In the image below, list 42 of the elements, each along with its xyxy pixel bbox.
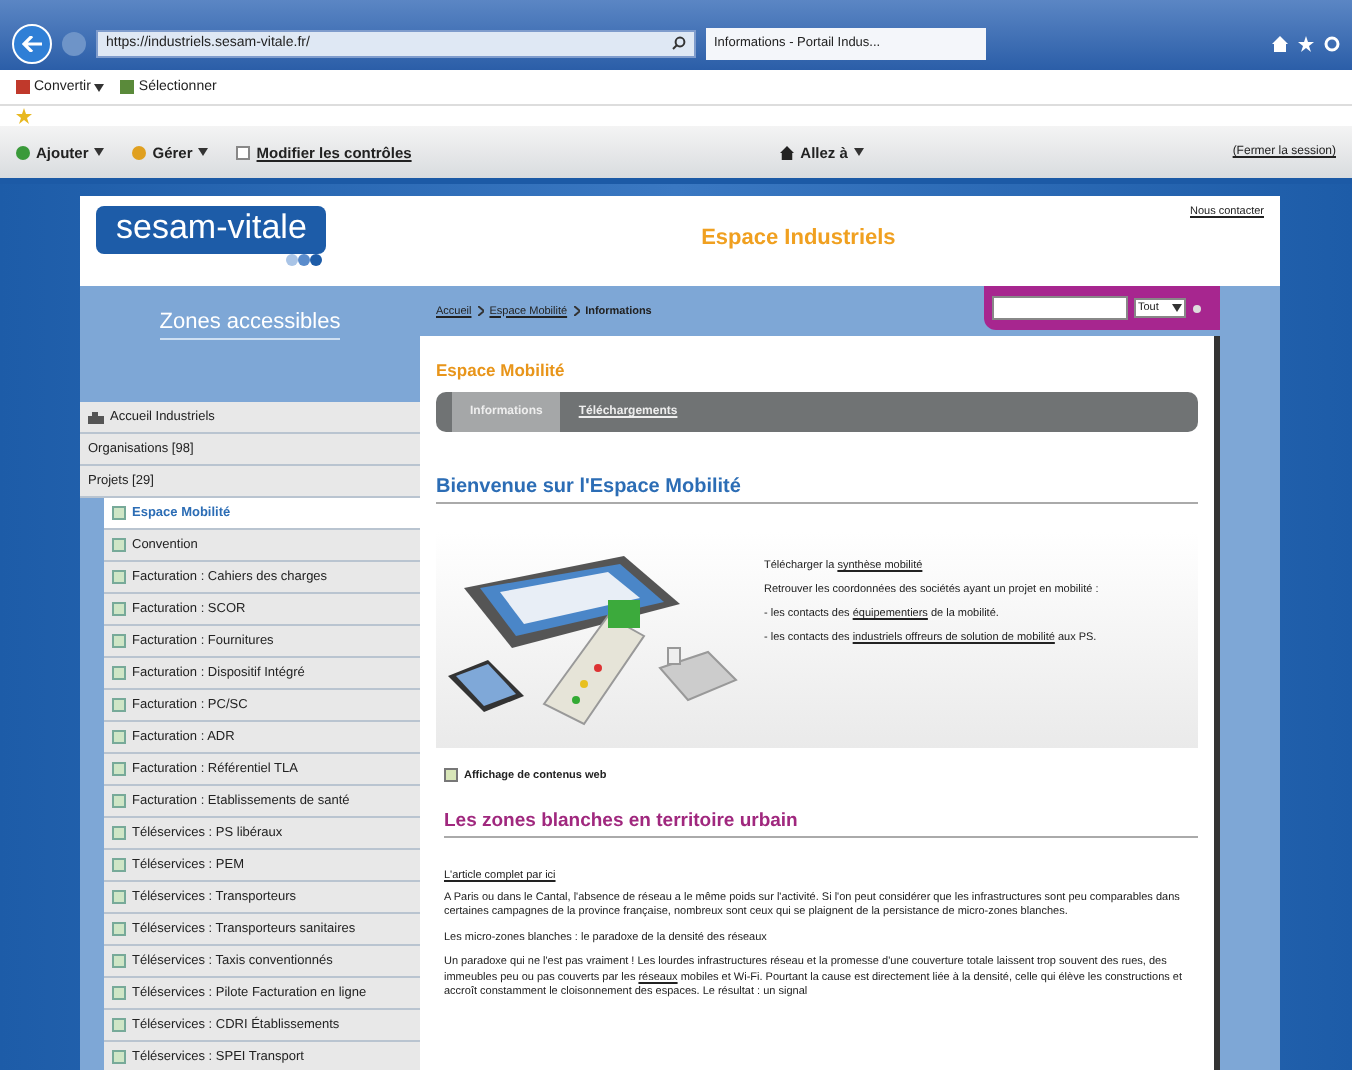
caret-icon [94, 148, 105, 156]
home-icon [780, 145, 795, 159]
page-icon [112, 634, 126, 648]
chevron-icon [573, 306, 580, 316]
page-icon [112, 858, 126, 872]
web-part-icon [444, 768, 458, 782]
page-icon [112, 890, 126, 904]
checkbox-icon [236, 145, 251, 159]
caret-icon [94, 83, 105, 91]
sidebar-title: Zones accessibles [159, 310, 341, 340]
page-icon [112, 826, 126, 840]
page-icon [112, 506, 126, 520]
page-icon [112, 954, 126, 968]
home-icon[interactable] [1272, 35, 1288, 51]
search-field[interactable] [992, 296, 1128, 320]
caret-icon [198, 148, 209, 156]
page-icon [112, 794, 126, 808]
building-icon [88, 410, 104, 424]
dots-icon [286, 254, 327, 266]
article-heading: Les zones blanches en territoire urbain [444, 810, 1198, 838]
site-title: Espace Industriels [699, 224, 898, 250]
page-icon [112, 602, 126, 616]
page-icon [112, 730, 126, 744]
caret-icon [853, 148, 864, 156]
page-icon [112, 666, 126, 680]
favorites-star-icon[interactable] [16, 108, 32, 124]
arrow-icon [22, 35, 42, 51]
caret-icon [1172, 304, 1182, 312]
star-icon[interactable] [1298, 35, 1314, 51]
site-logo[interactable]: sesam-vitale [96, 206, 327, 254]
welcome-heading: Bienvenue sur l'Espace Mobilité [436, 476, 1198, 504]
page-icon [112, 570, 126, 584]
page-icon [112, 1050, 126, 1064]
section-title: Espace Mobilité [436, 360, 567, 380]
chevron-icon [477, 306, 484, 316]
page-icon [112, 698, 126, 712]
page-icon [112, 538, 126, 552]
back-button[interactable] [12, 23, 52, 63]
page-icon [112, 986, 126, 1000]
page-icon [112, 762, 126, 776]
page-icon [112, 922, 126, 936]
page-icon [112, 1018, 126, 1032]
